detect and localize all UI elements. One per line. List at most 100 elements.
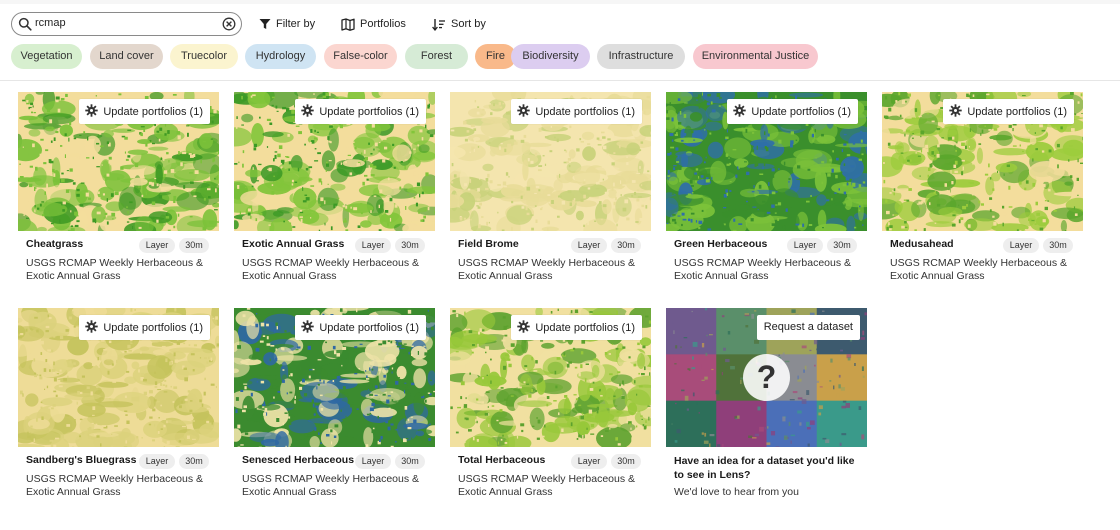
dataset-card: Update portfolios (1) Total Herbaceous Lay… — [450, 308, 651, 508]
update-portfolios-button[interactable]: Update portfolios (1) — [727, 99, 858, 124]
search-input[interactable]: rcmap — [35, 17, 66, 29]
update-portfolios-label: Update portfolios (1) — [967, 105, 1067, 118]
dataset-card: Update portfolios (1) Senesced Herbaceous… — [234, 308, 435, 508]
dataset-title[interactable]: Field Brome — [458, 238, 519, 250]
update-portfolios-label: Update portfolios (1) — [103, 105, 203, 118]
resolution-badge: 30m — [827, 238, 857, 253]
chip-biodiversity[interactable]: Biodiversity — [511, 44, 590, 69]
dataset-thumbnail[interactable]: Update portfolios (1) — [666, 92, 867, 231]
sort-icon — [432, 18, 446, 31]
update-portfolios-button[interactable]: Update portfolios (1) — [511, 99, 642, 124]
resolution-badge: 30m — [611, 454, 641, 469]
layer-badge: Layer — [139, 454, 175, 469]
dataset-thumbnail[interactable]: Update portfolios (1) — [234, 308, 435, 447]
chip-land-cover[interactable]: Land cover — [90, 44, 163, 69]
request-dataset-thumbnail[interactable]: Request a dataset ? — [666, 308, 867, 447]
chip-fire[interactable]: Fire — [475, 44, 516, 69]
dataset-source: USGS RCMAP Weekly Herbaceous & Exotic An… — [458, 257, 636, 282]
chip-hydrology[interactable]: Hydrology — [245, 44, 316, 69]
dataset-title[interactable]: Senesced Herbaceous — [242, 454, 354, 466]
update-portfolios-button[interactable]: Update portfolios (1) — [295, 99, 426, 124]
update-portfolios-label: Update portfolios (1) — [319, 105, 419, 118]
gear-icon — [301, 103, 315, 120]
gear-icon — [733, 103, 747, 120]
dataset-source: USGS RCMAP Weekly Herbaceous & Exotic An… — [242, 473, 420, 498]
dataset-card: Update portfolios (1) Field Brome Layer 30m… — [450, 92, 651, 292]
dataset-thumbnail[interactable]: Update portfolios (1) — [18, 308, 219, 447]
search-box[interactable]: rcmap — [11, 12, 242, 36]
chip-infrastructure[interactable]: Infrastructure — [597, 44, 685, 69]
sort-label: Sort by — [451, 18, 486, 30]
header-edge — [0, 0, 1120, 4]
dataset-title[interactable]: Green Herbaceous — [674, 238, 767, 250]
request-dataset-card: Request a dataset ? Have an idea for a d… — [666, 308, 867, 508]
update-portfolios-button[interactable]: Update portfolios (1) — [79, 315, 210, 340]
dataset-card: Update portfolios (1) Sandberg's Bluegras… — [18, 308, 219, 508]
dataset-thumbnail[interactable]: Update portfolios (1) — [234, 92, 435, 231]
update-portfolios-label: Update portfolios (1) — [535, 321, 635, 334]
resolution-badge: 30m — [1043, 238, 1073, 253]
toolbar-divider — [0, 80, 1120, 81]
request-dataset-button[interactable]: Request a dataset — [756, 315, 860, 340]
dataset-source: USGS RCMAP Weekly Herbaceous & Exotic An… — [26, 473, 204, 498]
dataset-thumbnail[interactable]: Update portfolios (1) — [450, 308, 651, 447]
dataset-title[interactable]: Exotic Annual Grass — [242, 238, 344, 250]
resolution-badge: 30m — [179, 454, 209, 469]
update-portfolios-button[interactable]: Update portfolios (1) — [79, 99, 210, 124]
portfolios-button[interactable]: Portfolios — [341, 15, 406, 33]
update-portfolios-button[interactable]: Update portfolios (1) — [943, 99, 1074, 124]
layer-badge: Layer — [787, 238, 823, 253]
dataset-card: Update portfolios (1) Exotic Annual Grass… — [234, 92, 435, 292]
gear-icon — [301, 319, 315, 336]
dataset-source: USGS RCMAP Weekly Herbaceous & Exotic An… — [890, 257, 1068, 282]
dataset-source: USGS RCMAP Weekly Herbaceous & Exotic An… — [458, 473, 636, 498]
clear-icon[interactable] — [222, 17, 236, 36]
layer-badge: Layer — [139, 238, 175, 253]
dataset-thumbnail[interactable]: Update portfolios (1) — [18, 92, 219, 231]
layer-badge: Layer — [355, 238, 391, 253]
resolution-badge: 30m — [395, 454, 425, 469]
update-portfolios-button[interactable]: Update portfolios (1) — [511, 315, 642, 340]
portfolio-map-icon — [341, 17, 355, 31]
filter-button[interactable]: Filter by — [259, 15, 315, 33]
dataset-title[interactable]: Medusahead — [890, 238, 954, 250]
filter-label: Filter by — [276, 18, 316, 30]
dataset-thumbnail[interactable]: Update portfolios (1) — [450, 92, 651, 231]
top-toolbar: rcmap Filter by Portfolios Sort by Veget… — [0, 0, 1120, 80]
gear-icon — [517, 319, 531, 336]
layer-badge: Layer — [1003, 238, 1039, 253]
gear-icon — [85, 319, 99, 336]
chip-vegetation[interactable]: Vegetation — [11, 44, 82, 69]
dataset-card: Update portfolios (1) Medusahead Layer 30m U… — [882, 92, 1083, 292]
update-portfolios-label: Update portfolios (1) — [751, 105, 851, 118]
update-portfolios-button[interactable]: Update portfolios (1) — [295, 315, 426, 340]
dataset-source: USGS RCMAP Weekly Herbaceous & Exotic An… — [674, 257, 852, 282]
dataset-thumbnail[interactable]: Update portfolios (1) — [882, 92, 1083, 231]
filter-icon — [259, 18, 271, 30]
dataset-source: USGS RCMAP Weekly Herbaceous & Exotic An… — [242, 257, 420, 282]
dataset-title[interactable]: Cheatgrass — [26, 238, 83, 250]
question-icon: ? — [743, 354, 790, 401]
dataset-card: Update portfolios (1) Green Herbaceous Lay… — [666, 92, 867, 292]
update-portfolios-label: Update portfolios (1) — [103, 321, 203, 334]
resolution-badge: 30m — [179, 238, 209, 253]
layer-badge: Layer — [571, 238, 607, 253]
gear-icon — [85, 103, 99, 120]
resolution-badge: 30m — [395, 238, 425, 253]
layer-badge: Layer — [355, 454, 391, 469]
chip-false-color[interactable]: False-color — [324, 44, 397, 69]
request-subtitle[interactable]: We'd love to hear from you — [674, 486, 799, 498]
resolution-badge: 30m — [611, 238, 641, 253]
sort-button[interactable]: Sort by — [432, 15, 486, 33]
request-title: Have an idea for a dataset you'd like to… — [674, 455, 855, 481]
chip-truecolor[interactable]: Truecolor — [170, 44, 238, 69]
chip-forest[interactable]: Forest — [405, 44, 468, 69]
search-icon — [18, 17, 32, 36]
dataset-title[interactable]: Sandberg's Bluegrass — [26, 454, 136, 466]
chip-environmental-justice[interactable]: Environmental Justice — [693, 44, 818, 69]
gear-icon — [517, 103, 531, 120]
dataset-source: USGS RCMAP Weekly Herbaceous & Exotic An… — [26, 257, 204, 282]
dataset-title[interactable]: Total Herbaceous — [458, 454, 545, 466]
update-portfolios-label: Update portfolios (1) — [535, 105, 635, 118]
layer-badge: Layer — [571, 454, 607, 469]
